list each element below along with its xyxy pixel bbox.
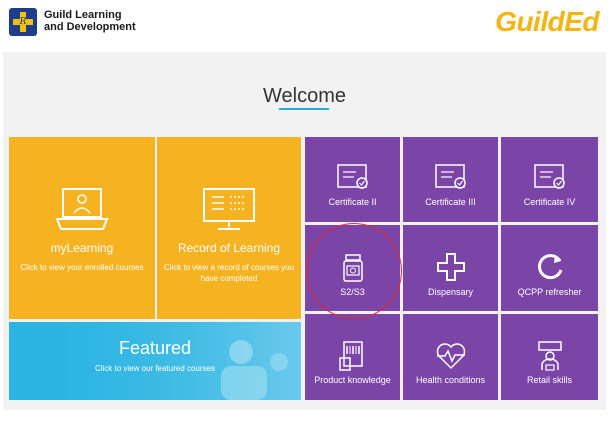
header: R Guild Learning and Development GuildEd	[0, 0, 609, 50]
record-title: Record of Learning	[177, 241, 281, 255]
certificate-iv-label: Certificate IV	[523, 197, 576, 207]
health-conditions-label: Health conditions	[415, 375, 486, 385]
tile-certificate-iv[interactable]: Certificate IV	[501, 137, 598, 222]
desktop-icon	[203, 188, 255, 230]
mylearning-subtitle: Click to view your enrolled courses	[20, 263, 144, 272]
tile-dispensary[interactable]: Dispensary	[403, 225, 498, 311]
barcode-scanner-icon	[339, 341, 363, 371]
certificate-iii-label: Certificate III	[425, 197, 476, 207]
tile-qcpp-refresher[interactable]: QCPP refresher	[501, 225, 598, 311]
mylearning-title: myLearning	[50, 241, 114, 255]
tile-certificate-iii[interactable]: Certificate III	[403, 137, 498, 222]
highlight-circle	[306, 223, 402, 319]
certificate-icon	[435, 164, 466, 189]
certificate-icon	[534, 164, 565, 189]
featured-background-image	[9, 322, 301, 400]
tile-certificate-ii[interactable]: Certificate II	[305, 137, 400, 222]
certificate-ii-label: Certificate II	[328, 197, 377, 207]
tile-retail-skills[interactable]: Retail skills	[501, 314, 598, 400]
featured-title: Featured	[118, 338, 192, 358]
product-knowledge-label: Product knowledge	[314, 375, 391, 385]
org-name-line1: Guild Learning	[44, 9, 122, 21]
retail-skills-label: Retail skills	[526, 375, 572, 385]
guild-logo-icon: R	[9, 8, 37, 36]
featured-subtitle: Click to view our featured courses	[94, 364, 216, 373]
refresh-icon	[538, 254, 563, 280]
tile-product-knowledge[interactable]: Product knowledge	[305, 314, 400, 400]
guilded-logo: GuildEd	[495, 6, 599, 37]
tile-health-conditions[interactable]: Health conditions	[403, 314, 498, 400]
certificate-icon	[337, 164, 368, 189]
tile-mylearning[interactable]: myLearning Click to view your enrolled c…	[9, 137, 155, 319]
tile-record-of-learning[interactable]: Record of Learning Click to view a recor…	[157, 137, 301, 319]
org-name-line2: and Development	[44, 21, 136, 33]
page-title: Welcome	[263, 85, 346, 107]
title-underline	[279, 108, 329, 110]
presenter-icon	[538, 341, 562, 371]
dispensary-label: Dispensary	[427, 287, 474, 297]
heartbeat-icon	[436, 343, 466, 370]
record-subtitle: Click to view a record of courses you ha…	[163, 263, 295, 283]
org-name: Guild Learning and Development	[44, 9, 164, 33]
laptop-icon	[55, 188, 109, 230]
cross-icon	[437, 253, 465, 281]
qcpp-refresher-label: QCPP refresher	[517, 287, 582, 297]
tile-featured[interactable]: Featured Click to view our featured cour…	[9, 322, 301, 400]
